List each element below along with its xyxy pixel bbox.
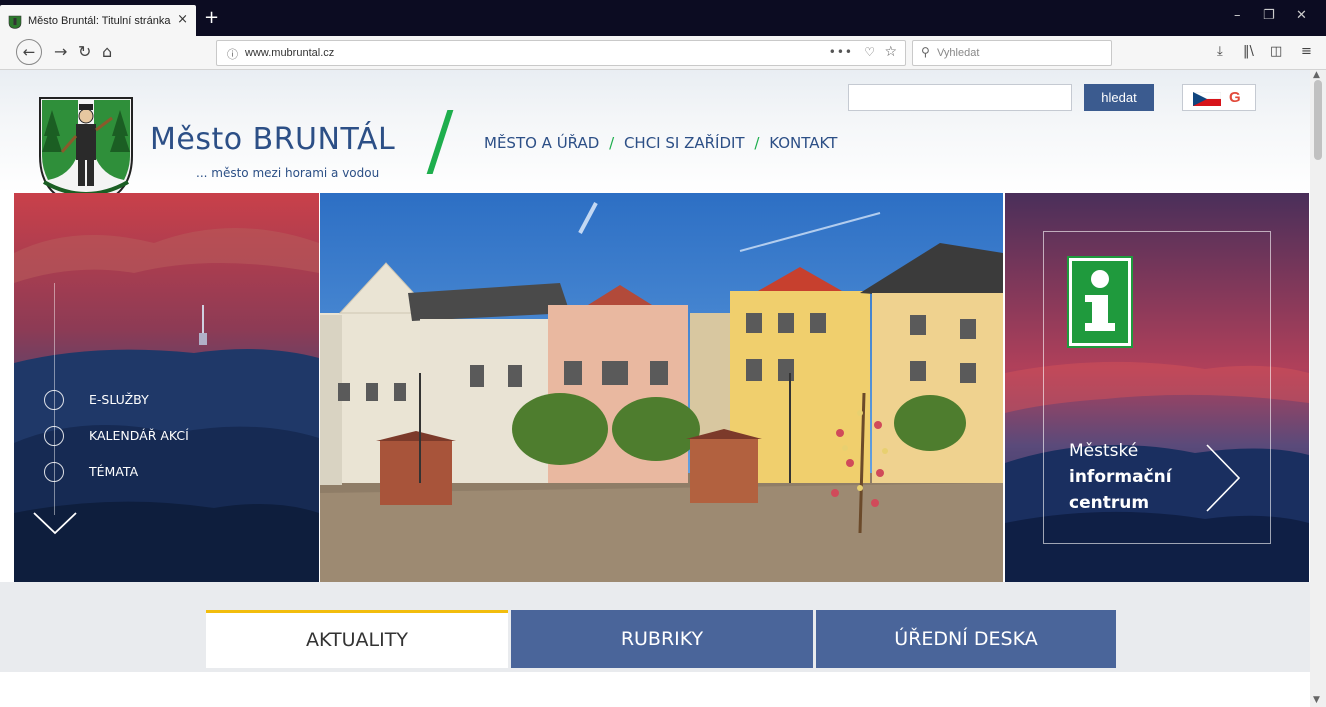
google-translate-icon: G (1229, 89, 1241, 106)
hero-section: E-SLUŽBY KALENDÁŘ AKCÍ TÉMATA Městské in… (14, 193, 1309, 582)
nav-mesto-a-urad[interactable]: MĚSTO A ÚŘAD (484, 134, 599, 152)
content-tabs-section: AKTUALITY RUBRIKY ÚŘEDNÍ DESKA (0, 582, 1310, 672)
site-info-icon[interactable]: ⓘ (227, 46, 238, 62)
downloads-icon[interactable]: ⤓ (1217, 44, 1223, 59)
site-search-button[interactable]: hledat (1084, 84, 1154, 111)
nav-separator: / (754, 134, 760, 152)
main-nav: MĚSTO A ÚŘAD / CHCI SI ZAŘÍDIT / KONTAKT (484, 134, 837, 152)
tab-rubriky[interactable]: RUBRIKY (511, 610, 813, 668)
site-brand[interactable]: Město BRUNTÁL (150, 122, 395, 157)
reload-icon[interactable]: ↻ (78, 42, 91, 61)
scroll-down-icon[interactable]: ▼ (1313, 695, 1320, 705)
czech-flag-icon (1193, 92, 1221, 106)
info-center-link[interactable]: Městské informační centrum (1069, 438, 1172, 516)
site-header: Město BRUNTÁL ... město mezi horami a vo… (0, 70, 1310, 208)
site-slogan: ... město mezi horami a vodou (196, 166, 380, 180)
tab-title: Město Bruntál: Titulní stránka (28, 14, 171, 27)
browser-tab[interactable]: Město Bruntál: Titulní stránka × (0, 5, 196, 36)
search-placeholder: Vyhledat (937, 47, 980, 59)
tab-close-icon[interactable]: × (177, 12, 188, 27)
browser-search-input[interactable]: ⚲ Vyhledat (912, 40, 1112, 66)
site-search-input[interactable] (848, 84, 1072, 111)
hero-town-square-image (320, 193, 1003, 582)
menu-item-label: KALENDÁŘ AKCÍ (89, 428, 189, 443)
url-bar[interactable]: ⓘ www.mubruntal.cz ••• ♡ ☆ (216, 40, 906, 66)
language-switcher[interactable]: G (1182, 84, 1256, 111)
menu-item-e-sluzby[interactable]: E-SLUŽBY (44, 388, 244, 410)
page-viewport: Město BRUNTÁL ... město mezi horami a vo… (0, 70, 1310, 707)
close-window-button[interactable]: ✕ (1296, 8, 1307, 23)
chevron-down-icon[interactable] (32, 511, 78, 537)
library-icon[interactable]: ‖\ (1243, 44, 1254, 59)
home-icon[interactable]: ⌂ (102, 42, 112, 61)
circle-icon (44, 426, 64, 446)
search-icon: ⚲ (921, 45, 930, 59)
nav-kontakt[interactable]: KONTAKT (769, 134, 837, 152)
back-icon[interactable]: ← (16, 39, 42, 65)
url-text: www.mubruntal.cz (245, 47, 335, 59)
hero-left-panel: E-SLUŽBY KALENDÁŘ AKCÍ TÉMATA (14, 193, 319, 582)
page-scrollbar[interactable]: ▲ ▼ (1310, 70, 1326, 707)
scroll-up-icon[interactable]: ▲ (1313, 70, 1320, 80)
menu-icon[interactable]: ≡ (1301, 44, 1312, 59)
info-line-3: centrum (1069, 493, 1150, 513)
new-tab-button[interactable]: + (204, 7, 219, 28)
circle-icon (44, 390, 64, 410)
nav-chci-si-zaridit[interactable]: CHCI SI ZAŘÍDIT (624, 134, 745, 152)
browser-nav-bar: ← → ↻ ⌂ ⓘ www.mubruntal.cz ••• ♡ ☆ ⚲ Vyh… (0, 36, 1326, 70)
brand-slash-decoration (426, 110, 454, 174)
minimize-button[interactable]: – (1234, 8, 1241, 23)
pocket-icon[interactable]: ♡ (864, 45, 875, 59)
tab-aktuality[interactable]: AKTUALITY (206, 610, 508, 668)
circle-icon (44, 462, 64, 482)
chevron-right-icon[interactable] (1205, 443, 1243, 513)
sidebar-icon[interactable]: ◫ (1270, 44, 1282, 59)
menu-item-temata[interactable]: TÉMATA (44, 460, 244, 482)
nav-separator: / (609, 134, 615, 152)
maximize-button[interactable]: ❐ (1263, 8, 1275, 23)
tab-uredni-deska[interactable]: ÚŘEDNÍ DESKA (816, 610, 1116, 668)
bookmark-star-icon[interactable]: ☆ (884, 44, 897, 60)
favicon-icon (8, 14, 22, 29)
browser-tab-bar: Město Bruntál: Titulní stránka × + – ❐ ✕ (0, 0, 1326, 36)
tab-content-area (14, 672, 1310, 707)
info-line-2: informační (1069, 467, 1172, 487)
hero-right-panel: Městské informační centrum (1005, 193, 1309, 582)
info-icon[interactable] (1069, 258, 1131, 346)
menu-item-label: TÉMATA (89, 464, 139, 479)
menu-item-kalendar-akci[interactable]: KALENDÁŘ AKCÍ (44, 424, 244, 446)
scrollbar-thumb[interactable] (1314, 80, 1322, 160)
info-line-1: Městské (1069, 441, 1139, 461)
forward-icon[interactable]: → (54, 42, 67, 61)
page-actions-icon[interactable]: ••• (829, 45, 853, 59)
menu-item-label: E-SLUŽBY (89, 392, 149, 407)
